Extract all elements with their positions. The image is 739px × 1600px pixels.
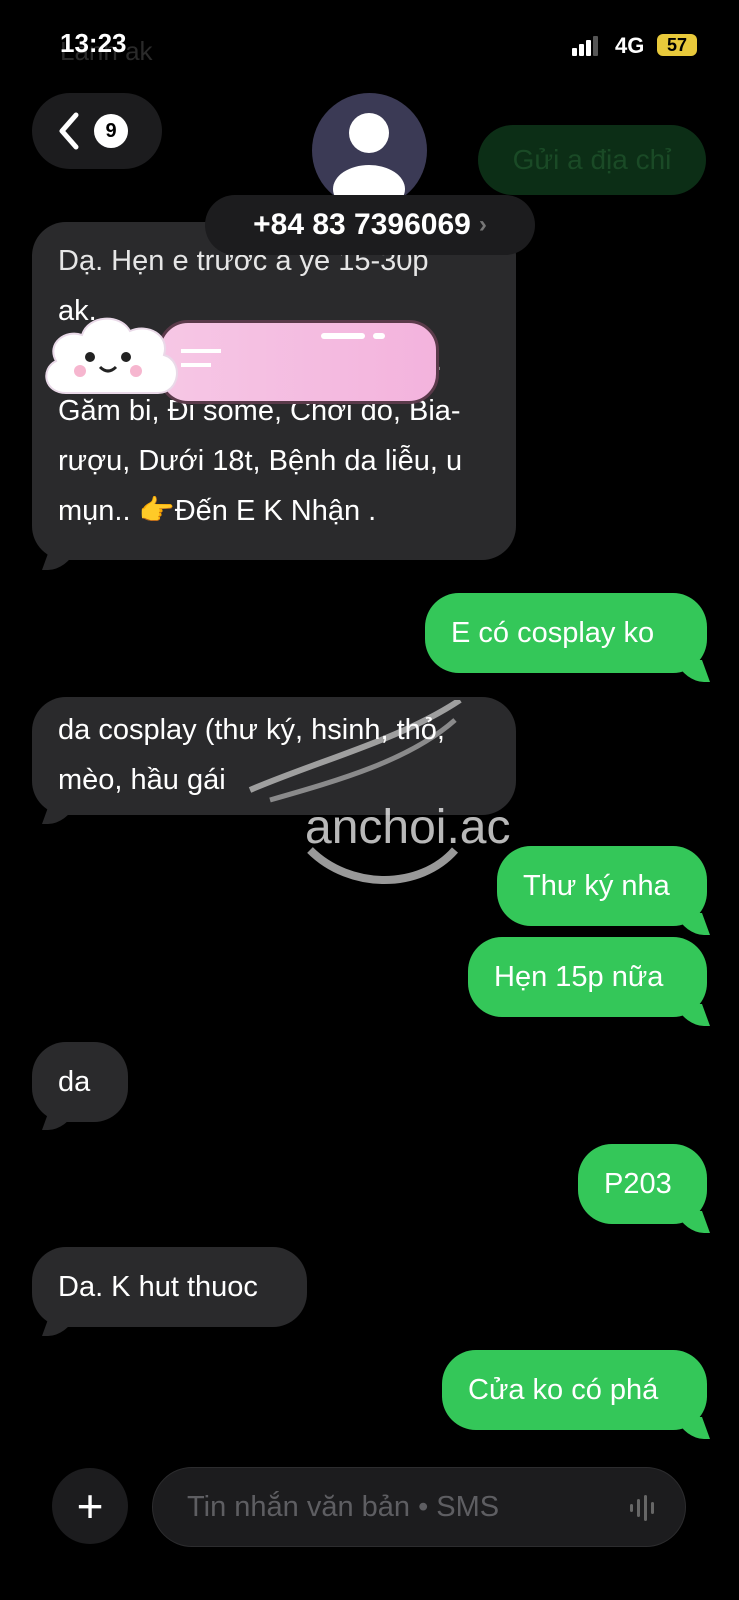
- chevron-right-icon: ›: [478, 211, 487, 238]
- message-bubble-outgoing: Hẹn 15p nữa: [468, 937, 707, 1017]
- censor-sticker: [158, 320, 439, 404]
- person-icon: [333, 113, 405, 208]
- network-type: 4G: [615, 33, 645, 58]
- message-input[interactable]: [185, 1489, 609, 1525]
- contact-avatar[interactable]: [312, 93, 427, 208]
- battery-indicator: 57: [657, 34, 697, 56]
- message-line: rượu, Dưới 18t, Bệnh da liễu, u: [58, 445, 463, 477]
- signal-icon: [572, 36, 598, 56]
- faded-outgoing-bubble: Gửi a địa chỉ: [478, 125, 706, 195]
- message-input-container[interactable]: [152, 1467, 686, 1547]
- contact-number: +84 83 7396069: [253, 208, 471, 241]
- message-bubble-outgoing: E có cosplay ko: [425, 593, 707, 673]
- watermark-text: anchoi.ac: [305, 801, 511, 854]
- cloud-face-sticker-icon: [45, 317, 178, 394]
- voice-waveform-icon[interactable]: [627, 1492, 659, 1524]
- unread-count-badge: 9: [94, 114, 128, 148]
- status-time: 13:23: [60, 28, 127, 58]
- contact-number-pill[interactable]: +84 83 7396069 ›: [205, 195, 535, 255]
- back-button[interactable]: 9: [32, 93, 162, 169]
- message-line: mụn.. 👉Đến E K Nhận .: [58, 495, 377, 527]
- message-bubble-incoming: da: [32, 1042, 128, 1122]
- chevron-left-icon: [59, 112, 79, 150]
- add-attachment-button[interactable]: +: [52, 1468, 128, 1544]
- plus-icon: +: [76, 1480, 104, 1532]
- message-bubble-outgoing: Cửa ko có phá: [442, 1350, 707, 1430]
